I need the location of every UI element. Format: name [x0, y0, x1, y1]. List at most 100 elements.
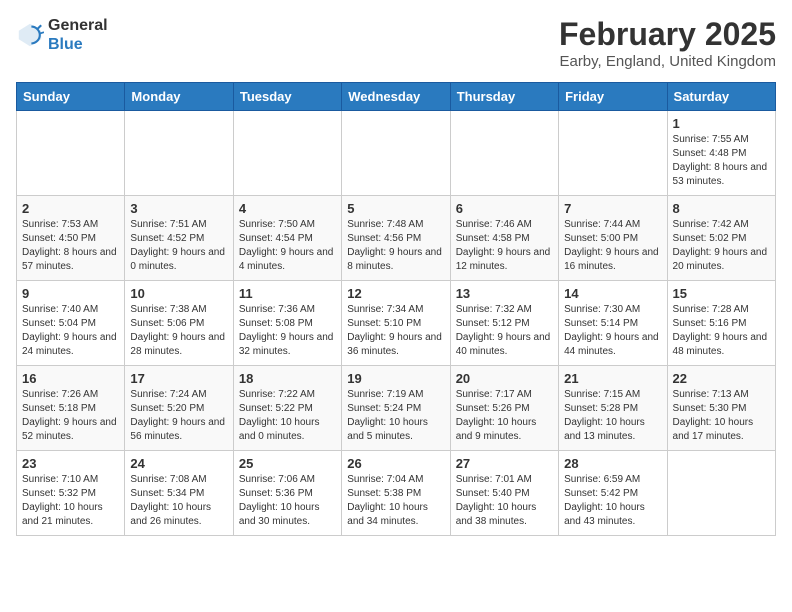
calendar-cell: 2Sunrise: 7:53 AM Sunset: 4:50 PM Daylig…: [17, 196, 125, 281]
day-info: Sunrise: 7:38 AM Sunset: 5:06 PM Dayligh…: [130, 303, 227, 359]
day-number: 23: [22, 456, 119, 471]
day-info: Sunrise: 7:08 AM Sunset: 5:34 PM Dayligh…: [130, 473, 227, 529]
col-friday: Friday: [559, 83, 667, 111]
day-number: 8: [673, 201, 770, 216]
day-info: Sunrise: 7:10 AM Sunset: 5:32 PM Dayligh…: [22, 473, 119, 529]
day-info: Sunrise: 7:17 AM Sunset: 5:26 PM Dayligh…: [456, 388, 553, 444]
day-number: 10: [130, 286, 227, 301]
day-number: 15: [673, 286, 770, 301]
logo-blue: Blue: [48, 35, 108, 54]
day-info: Sunrise: 7:32 AM Sunset: 5:12 PM Dayligh…: [456, 303, 553, 359]
day-info: Sunrise: 7:46 AM Sunset: 4:58 PM Dayligh…: [456, 218, 553, 274]
col-monday: Monday: [125, 83, 233, 111]
calendar-cell: 21 Sunrise: 7:15 AM Sunset: 5:28 PM Dayli…: [559, 366, 667, 451]
day-number: 6: [456, 201, 553, 216]
day-info: Sunrise: 7:36 AM Sunset: 5:08 PM Dayligh…: [239, 303, 336, 359]
calendar-cell: [125, 111, 233, 196]
day-number: 24: [130, 456, 227, 471]
day-number: 13: [456, 286, 553, 301]
day-info: Sunrise: 7:01 AM Sunset: 5:40 PM Dayligh…: [456, 473, 553, 529]
day-number: 3: [130, 201, 227, 216]
day-number: 17: [130, 371, 227, 386]
calendar-cell: 16Sunrise: 7:26 AM Sunset: 5:18 PM Dayli…: [17, 366, 125, 451]
day-number: 27: [456, 456, 553, 471]
calendar-cell: [342, 111, 450, 196]
day-number: 22: [673, 371, 770, 386]
day-info: Sunrise: 7:24 AM Sunset: 5:20 PM Dayligh…: [130, 388, 227, 444]
col-thursday: Thursday: [450, 83, 558, 111]
day-number: 7: [564, 201, 661, 216]
calendar-cell: 10 Sunrise: 7:38 AM Sunset: 5:06 PM Dayli…: [125, 281, 233, 366]
day-number: 19: [347, 371, 444, 386]
calendar-cell: 9 Sunrise: 7:40 AM Sunset: 5:04 PM Daylig…: [17, 281, 125, 366]
calendar-cell: 25 Sunrise: 7:06 AM Sunset: 5:36 PM Dayli…: [233, 451, 341, 536]
calendar-cell: 19 Sunrise: 7:19 AM Sunset: 5:24 PM Dayli…: [342, 366, 450, 451]
calendar-cell: [233, 111, 341, 196]
title-block: February 2025 Earby, England, United Kin…: [559, 16, 776, 70]
col-sunday: Sunday: [17, 83, 125, 111]
day-number: 12: [347, 286, 444, 301]
day-number: 25: [239, 456, 336, 471]
calendar-cell: 6 Sunrise: 7:46 AM Sunset: 4:58 PM Daylig…: [450, 196, 558, 281]
day-info: Sunrise: 7:44 AM Sunset: 5:00 PM Dayligh…: [564, 218, 661, 274]
header-row: Sunday Monday Tuesday Wednesday Thursday…: [17, 83, 776, 111]
day-info: Sunrise: 7:40 AM Sunset: 5:04 PM Dayligh…: [22, 303, 119, 359]
logo: General Blue: [16, 16, 108, 54]
calendar-cell: 14 Sunrise: 7:30 AM Sunset: 5:14 PM Dayli…: [559, 281, 667, 366]
day-number: 14: [564, 286, 661, 301]
calendar-table: Sunday Monday Tuesday Wednesday Thursday…: [16, 82, 776, 536]
day-info: Sunrise: 7:15 AM Sunset: 5:28 PM Dayligh…: [564, 388, 661, 444]
calendar-cell: 5Sunrise: 7:48 AM Sunset: 4:56 PM Daylig…: [342, 196, 450, 281]
day-number: 4: [239, 201, 336, 216]
calendar-cell: 28Sunrise: 6:59 AM Sunset: 5:42 PM Dayli…: [559, 451, 667, 536]
day-info: Sunrise: 7:51 AM Sunset: 4:52 PM Dayligh…: [130, 218, 227, 274]
day-info: Sunrise: 7:19 AM Sunset: 5:24 PM Dayligh…: [347, 388, 444, 444]
calendar-cell: 7 Sunrise: 7:44 AM Sunset: 5:00 PM Daylig…: [559, 196, 667, 281]
day-info: Sunrise: 7:48 AM Sunset: 4:56 PM Dayligh…: [347, 218, 444, 274]
day-number: 18: [239, 371, 336, 386]
calendar-title: February 2025: [559, 16, 776, 53]
calendar-cell: [667, 451, 775, 536]
logo-general: General: [48, 16, 108, 35]
calendar-cell: [17, 111, 125, 196]
calendar-cell: 27 Sunrise: 7:01 AM Sunset: 5:40 PM Dayli…: [450, 451, 558, 536]
calendar-cell: [450, 111, 558, 196]
calendar-cell: 18 Sunrise: 7:22 AM Sunset: 5:22 PM Dayli…: [233, 366, 341, 451]
day-number: 28: [564, 456, 661, 471]
day-number: 9: [22, 286, 119, 301]
calendar-cell: 1 Sunrise: 7:55 AM Sunset: 4:48 PM Daylig…: [667, 111, 775, 196]
day-number: 21: [564, 371, 661, 386]
calendar-subtitle: Earby, England, United Kingdom: [559, 53, 776, 70]
calendar-cell: 24 Sunrise: 7:08 AM Sunset: 5:34 PM Dayli…: [125, 451, 233, 536]
day-number: 1: [673, 116, 770, 131]
header: General Blue February 2025 Earby, Englan…: [16, 16, 776, 70]
calendar-cell: 11Sunrise: 7:36 AM Sunset: 5:08 PM Dayli…: [233, 281, 341, 366]
col-saturday: Saturday: [667, 83, 775, 111]
day-info: Sunrise: 7:22 AM Sunset: 5:22 PM Dayligh…: [239, 388, 336, 444]
calendar-cell: 20 Sunrise: 7:17 AM Sunset: 5:26 PM Dayli…: [450, 366, 558, 451]
day-number: 20: [456, 371, 553, 386]
day-info: Sunrise: 7:30 AM Sunset: 5:14 PM Dayligh…: [564, 303, 661, 359]
calendar-cell: 13 Sunrise: 7:32 AM Sunset: 5:12 PM Dayli…: [450, 281, 558, 366]
calendar-cell: [559, 111, 667, 196]
day-info: Sunrise: 7:42 AM Sunset: 5:02 PM Dayligh…: [673, 218, 770, 274]
col-tuesday: Tuesday: [233, 83, 341, 111]
day-info: Sunrise: 7:55 AM Sunset: 4:48 PM Dayligh…: [673, 133, 770, 189]
day-number: 26: [347, 456, 444, 471]
calendar-cell: 26Sunrise: 7:04 AM Sunset: 5:38 PM Dayli…: [342, 451, 450, 536]
calendar-week-1: 1 Sunrise: 7:55 AM Sunset: 4:48 PM Daylig…: [17, 111, 776, 196]
calendar-cell: 8 Sunrise: 7:42 AM Sunset: 5:02 PM Daylig…: [667, 196, 775, 281]
calendar-week-3: 9 Sunrise: 7:40 AM Sunset: 5:04 PM Daylig…: [17, 281, 776, 366]
calendar-cell: 22Sunrise: 7:13 AM Sunset: 5:30 PM Dayli…: [667, 366, 775, 451]
calendar-week-5: 23 Sunrise: 7:10 AM Sunset: 5:32 PM Dayli…: [17, 451, 776, 536]
logo-icon: [16, 21, 44, 49]
calendar-cell: 23 Sunrise: 7:10 AM Sunset: 5:32 PM Dayli…: [17, 451, 125, 536]
day-info: Sunrise: 7:06 AM Sunset: 5:36 PM Dayligh…: [239, 473, 336, 529]
day-info: Sunrise: 7:28 AM Sunset: 5:16 PM Dayligh…: [673, 303, 770, 359]
calendar-week-2: 2Sunrise: 7:53 AM Sunset: 4:50 PM Daylig…: [17, 196, 776, 281]
day-number: 16: [22, 371, 119, 386]
calendar-cell: 17 Sunrise: 7:24 AM Sunset: 5:20 PM Dayli…: [125, 366, 233, 451]
calendar-week-4: 16Sunrise: 7:26 AM Sunset: 5:18 PM Dayli…: [17, 366, 776, 451]
day-info: Sunrise: 7:34 AM Sunset: 5:10 PM Dayligh…: [347, 303, 444, 359]
day-info: Sunrise: 7:53 AM Sunset: 4:50 PM Dayligh…: [22, 218, 119, 274]
